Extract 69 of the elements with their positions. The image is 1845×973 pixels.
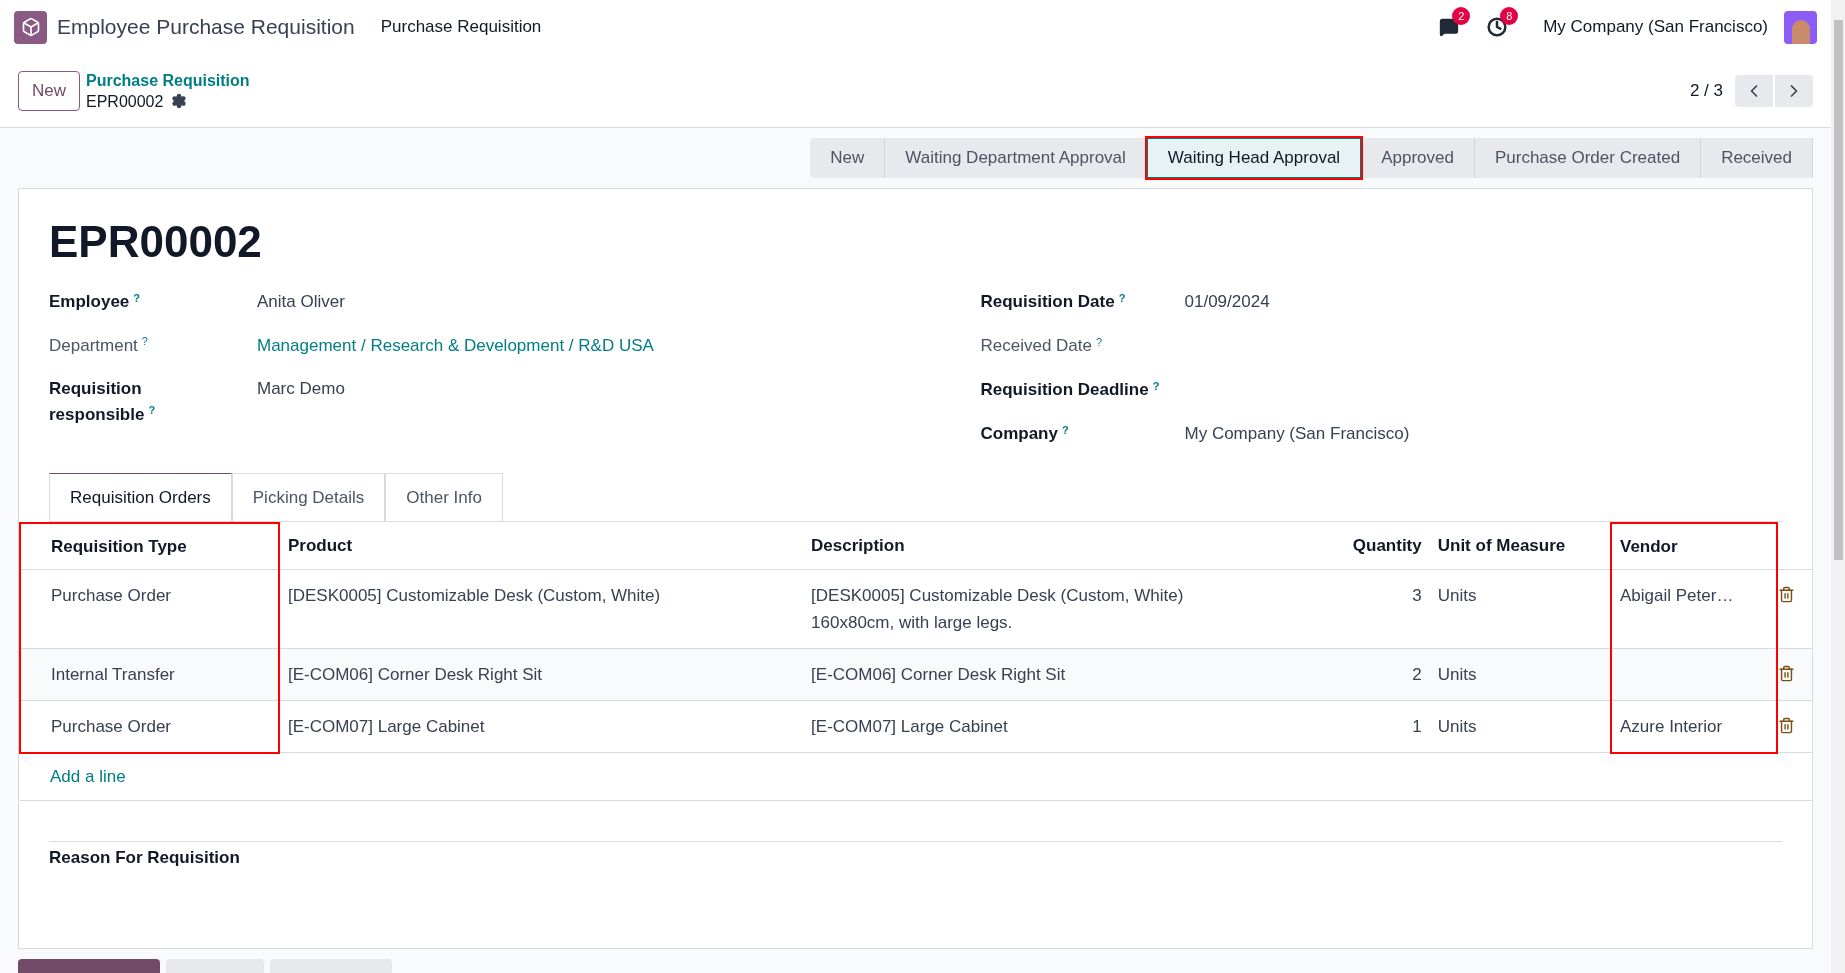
app-name[interactable]: Employee Purchase Requisition — [57, 11, 355, 43]
section-label: Reason For Requisition — [49, 848, 240, 867]
column-header[interactable]: Quantity — [1300, 523, 1430, 569]
table-cell: Azure Interior — [1620, 716, 1723, 736]
table-cell: 3 — [1412, 585, 1422, 605]
status-stage[interactable]: Received — [1701, 138, 1813, 178]
help-icon[interactable]: ? — [1118, 291, 1126, 304]
table-cell: 2 — [1412, 664, 1422, 684]
field-label: Requisition responsible $^{?}$ — [49, 378, 157, 426]
field-label: Requisition Deadline $^{?}$ — [980, 380, 1160, 399]
status-stage[interactable]: Purchase Order Created — [1474, 138, 1702, 178]
notebook-tab[interactable]: Picking Details — [231, 473, 386, 521]
table-cell: Units — [1437, 664, 1477, 684]
trash-icon[interactable] — [1777, 585, 1795, 603]
menu-item[interactable]: Purchase Requisition — [380, 14, 542, 40]
user-avatar[interactable] — [1784, 10, 1817, 44]
app-logo-icon[interactable] — [14, 10, 47, 44]
table-cell: [E-COM06] Corner Desk Right Sit — [287, 664, 543, 684]
table-cell: [DESK0005] Customizable Desk (Custom, White) 160x80cm, with large legs. — [811, 585, 1184, 632]
column-header[interactable]: Unit of Measure — [1429, 523, 1611, 569]
help-icon[interactable]: ? — [1096, 335, 1103, 348]
table-cell: Purchase Order — [51, 585, 171, 605]
notebook-tab[interactable]: Requisition Orders — [49, 473, 232, 521]
status-stage[interactable]: Waiting Head Approval — [1146, 138, 1362, 178]
pager-value: 2 / 3 — [1689, 79, 1723, 102]
field-label: Requisition Date $^{?}$ — [980, 292, 1126, 311]
field-value: 01/09/2024 — [1184, 291, 1270, 313]
table-cell: [E-COM07] Large Cabinet — [287, 716, 485, 736]
field-label: Employee $^{?}$ — [49, 290, 142, 313]
scrollbar[interactable] — [1831, 0, 1845, 973]
help-icon[interactable]: ? — [1152, 379, 1160, 392]
company-switcher[interactable]: My Company (San Francisco) — [1543, 14, 1768, 40]
column-header[interactable]: Product — [278, 523, 804, 569]
field-value: My Company (San Francisco) — [1184, 423, 1410, 445]
notebook-tab[interactable]: Other Info — [385, 473, 503, 521]
gear-icon[interactable] — [171, 93, 188, 109]
new-button[interactable]: New — [18, 70, 80, 111]
field-value: Anita Oliver — [257, 291, 345, 313]
trash-icon[interactable] — [1777, 664, 1795, 682]
field-label: Company $^{?}$ — [980, 424, 1069, 443]
help-icon[interactable]: ? — [148, 404, 156, 416]
record-name: EPR00002 — [86, 91, 164, 112]
table-cell: Units — [1437, 585, 1477, 605]
table-cell: Purchase Order — [51, 716, 171, 736]
activities-badge: 8 — [1500, 7, 1519, 25]
field-label: Received Date $^{?}$ — [980, 336, 1103, 355]
table-cell: Internal Transfer — [51, 664, 175, 684]
help-icon[interactable]: ? — [133, 291, 141, 304]
messages-badge: 2 — [1452, 7, 1471, 25]
clock-icon[interactable] — [1487, 17, 1508, 37]
column-header[interactable]: Description — [803, 523, 1301, 569]
table-cell: 1 — [1412, 716, 1422, 736]
table-cell: [DESK0005] Customizable Desk (Custom, White) — [287, 585, 661, 605]
breadcrumb-link[interactable]: Purchase Requisition — [86, 69, 250, 91]
table-cell: [E-COM07] Large Cabinet — [811, 716, 1008, 736]
status-stage[interactable]: New — [810, 138, 886, 178]
field-value: Marc Demo — [257, 378, 345, 400]
messages-icon[interactable] — [1439, 17, 1460, 37]
field-label: Department $^{?}$ — [49, 335, 148, 355]
table-cell: [E-COM06] Corner Desk Right Sit — [811, 664, 1066, 684]
help-icon[interactable]: ? — [141, 335, 148, 347]
trash-icon[interactable] — [1777, 716, 1795, 734]
add-line-link[interactable]: Add a line — [50, 767, 126, 786]
record-title: EPR00002 — [49, 217, 263, 267]
table-cell: Abigail Peter… — [1620, 585, 1734, 605]
status-stage[interactable]: Approved — [1361, 138, 1475, 178]
field-value[interactable]: Management / Research & Development / R&D USA — [257, 332, 654, 358]
help-icon[interactable]: ? — [1061, 423, 1069, 436]
table-cell: Units — [1437, 716, 1477, 736]
